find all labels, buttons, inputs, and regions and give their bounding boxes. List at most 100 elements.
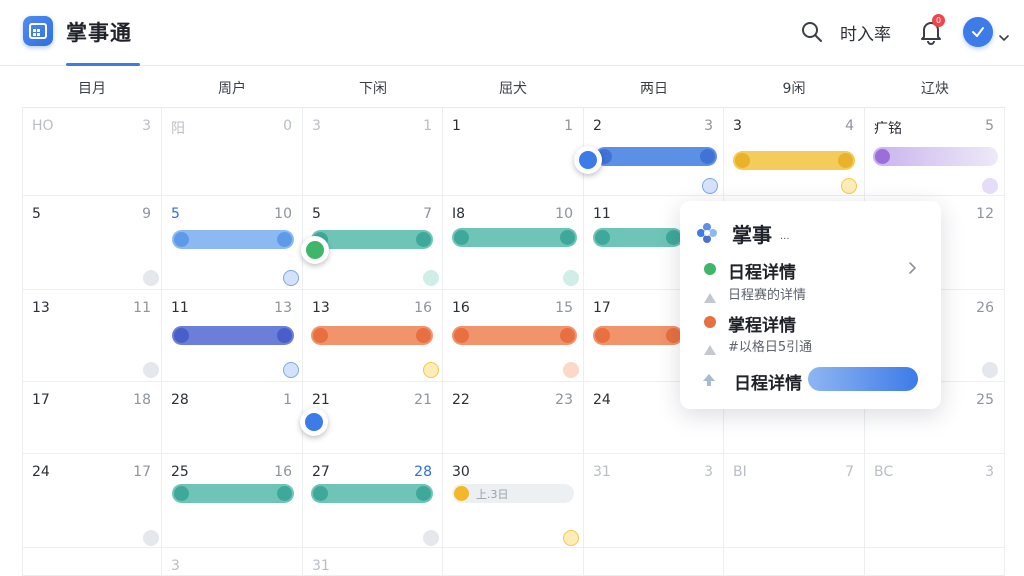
avatar[interactable] <box>963 17 993 47</box>
day-count: 5 <box>985 118 994 134</box>
flag-icon[interactable] <box>841 178 857 194</box>
drag-handle[interactable] <box>300 408 328 436</box>
chevron-right-icon[interactable] <box>908 260 918 279</box>
chevron-down-icon[interactable] <box>998 27 1010 46</box>
day-count: 3 <box>142 118 151 134</box>
event-bar[interactable] <box>311 230 433 249</box>
popover-item-title[interactable]: 日程详情 <box>728 258 796 283</box>
star-icon[interactable] <box>563 530 579 546</box>
star-icon[interactable] <box>423 362 439 378</box>
star-icon[interactable] <box>982 178 998 194</box>
day-number: 17 <box>593 300 611 316</box>
event-bar-cap <box>277 486 292 501</box>
day-count: 3 <box>704 118 713 134</box>
drag-handle[interactable] <box>301 236 329 264</box>
day-cell[interactable] <box>865 548 1005 576</box>
day-count: 9 <box>142 206 151 222</box>
event-bar-cap <box>735 153 750 168</box>
pin-icon[interactable] <box>423 530 439 546</box>
day-cell[interactable]: 59 <box>22 196 162 290</box>
day-number: 13 <box>312 300 330 316</box>
event-bar[interactable] <box>172 484 294 503</box>
day-cell[interactable]: 31 3 <box>584 454 724 548</box>
event-bar[interactable] <box>452 228 577 247</box>
day-count: 1 <box>283 392 292 408</box>
day-cell[interactable] <box>724 548 865 576</box>
pin-icon[interactable] <box>143 530 159 546</box>
popover-item-subtitle: #以格日5引通 <box>728 340 813 355</box>
play-icon[interactable] <box>702 178 718 194</box>
event-bar[interactable] <box>172 230 294 249</box>
event-bar[interactable] <box>733 151 855 170</box>
event-bar[interactable] <box>595 147 717 166</box>
day-number: 31 <box>593 464 611 480</box>
weekday-label: 两日 <box>640 81 668 97</box>
event-bar[interactable] <box>452 326 577 345</box>
status-dot <box>704 263 716 275</box>
day-cell[interactable]: 22 23 <box>443 382 584 454</box>
day-number: 疒铭 <box>874 121 902 137</box>
day-count: 25 <box>976 392 994 408</box>
day-number: 24 <box>593 392 611 408</box>
drag-handle[interactable] <box>574 146 602 174</box>
event-bar[interactable] <box>172 326 294 345</box>
event-bar-cap <box>875 149 890 164</box>
day-cell[interactable]: 31 <box>303 108 443 196</box>
day-number: 3 <box>312 118 321 134</box>
day-cell[interactable] <box>22 548 162 576</box>
day-count: 26 <box>976 300 994 316</box>
weekday-label: 屈犬 <box>499 81 527 97</box>
pin-icon[interactable] <box>982 362 998 378</box>
event-bar[interactable] <box>873 147 998 166</box>
day-cell[interactable]: 28 1 <box>162 382 303 454</box>
play-icon[interactable] <box>143 362 159 378</box>
event-bar-cap <box>454 230 469 245</box>
day-number: 3 <box>733 118 742 134</box>
flag-icon[interactable] <box>563 362 579 378</box>
tag-icon[interactable] <box>563 270 579 286</box>
popover-cta-bar[interactable] <box>808 367 918 391</box>
event-bar[interactable] <box>593 228 683 247</box>
event-bar[interactable] <box>593 326 683 345</box>
day-count: 1 <box>423 118 432 134</box>
day-cell[interactable] <box>443 548 584 576</box>
day-number: 1 <box>452 118 461 134</box>
event-bar-cap <box>595 230 610 245</box>
day-cell[interactable]: 3 <box>162 548 303 576</box>
day-cell[interactable] <box>584 548 724 576</box>
day-cell[interactable]: 31 <box>303 548 443 576</box>
search-icon[interactable] <box>800 20 824 44</box>
popover-cta-label[interactable]: 日程详情 <box>734 369 802 394</box>
popover-item-title[interactable]: 掌程详情 <box>728 311 796 336</box>
day-cell[interactable]: BI 7 <box>724 454 865 548</box>
day-cell[interactable]: HO 3 <box>22 108 162 196</box>
rate-link[interactable]: 时入率 <box>840 20 891 45</box>
play-icon[interactable] <box>283 362 299 378</box>
event-bar-cap <box>277 328 292 343</box>
event-bar-cap <box>313 328 328 343</box>
tag-icon[interactable] <box>423 270 439 286</box>
day-number: 11 <box>593 206 611 222</box>
day-cell[interactable]: 17 18 <box>22 382 162 454</box>
popover-item-subtitle: 日程赛的详情 <box>728 288 807 303</box>
app-logo-icon[interactable] <box>23 16 53 46</box>
event-bar-cap <box>666 328 681 343</box>
pin-icon[interactable] <box>143 270 159 286</box>
drag-handle-dot <box>306 241 324 259</box>
event-bar[interactable] <box>311 484 433 503</box>
heart-icon[interactable] <box>283 270 299 286</box>
day-cell[interactable]: BC 3 <box>865 454 1005 548</box>
day-count: 10 <box>555 206 573 222</box>
event-bar-cap <box>174 328 189 343</box>
location-icon <box>704 340 716 355</box>
day-cell[interactable]: 13 11 <box>22 290 162 382</box>
popover-title: 掌事 <box>732 223 772 247</box>
event-bar-cap <box>700 149 715 164</box>
event-label: 上.3日 <box>476 488 509 501</box>
day-cell[interactable]: 11 <box>443 108 584 196</box>
day-cell[interactable]: 24 17 <box>22 454 162 548</box>
event-bar[interactable] <box>452 484 574 503</box>
day-cell[interactable]: 阳0 <box>162 108 303 196</box>
event-bar[interactable] <box>311 326 433 345</box>
day-number: 13 <box>32 300 50 316</box>
